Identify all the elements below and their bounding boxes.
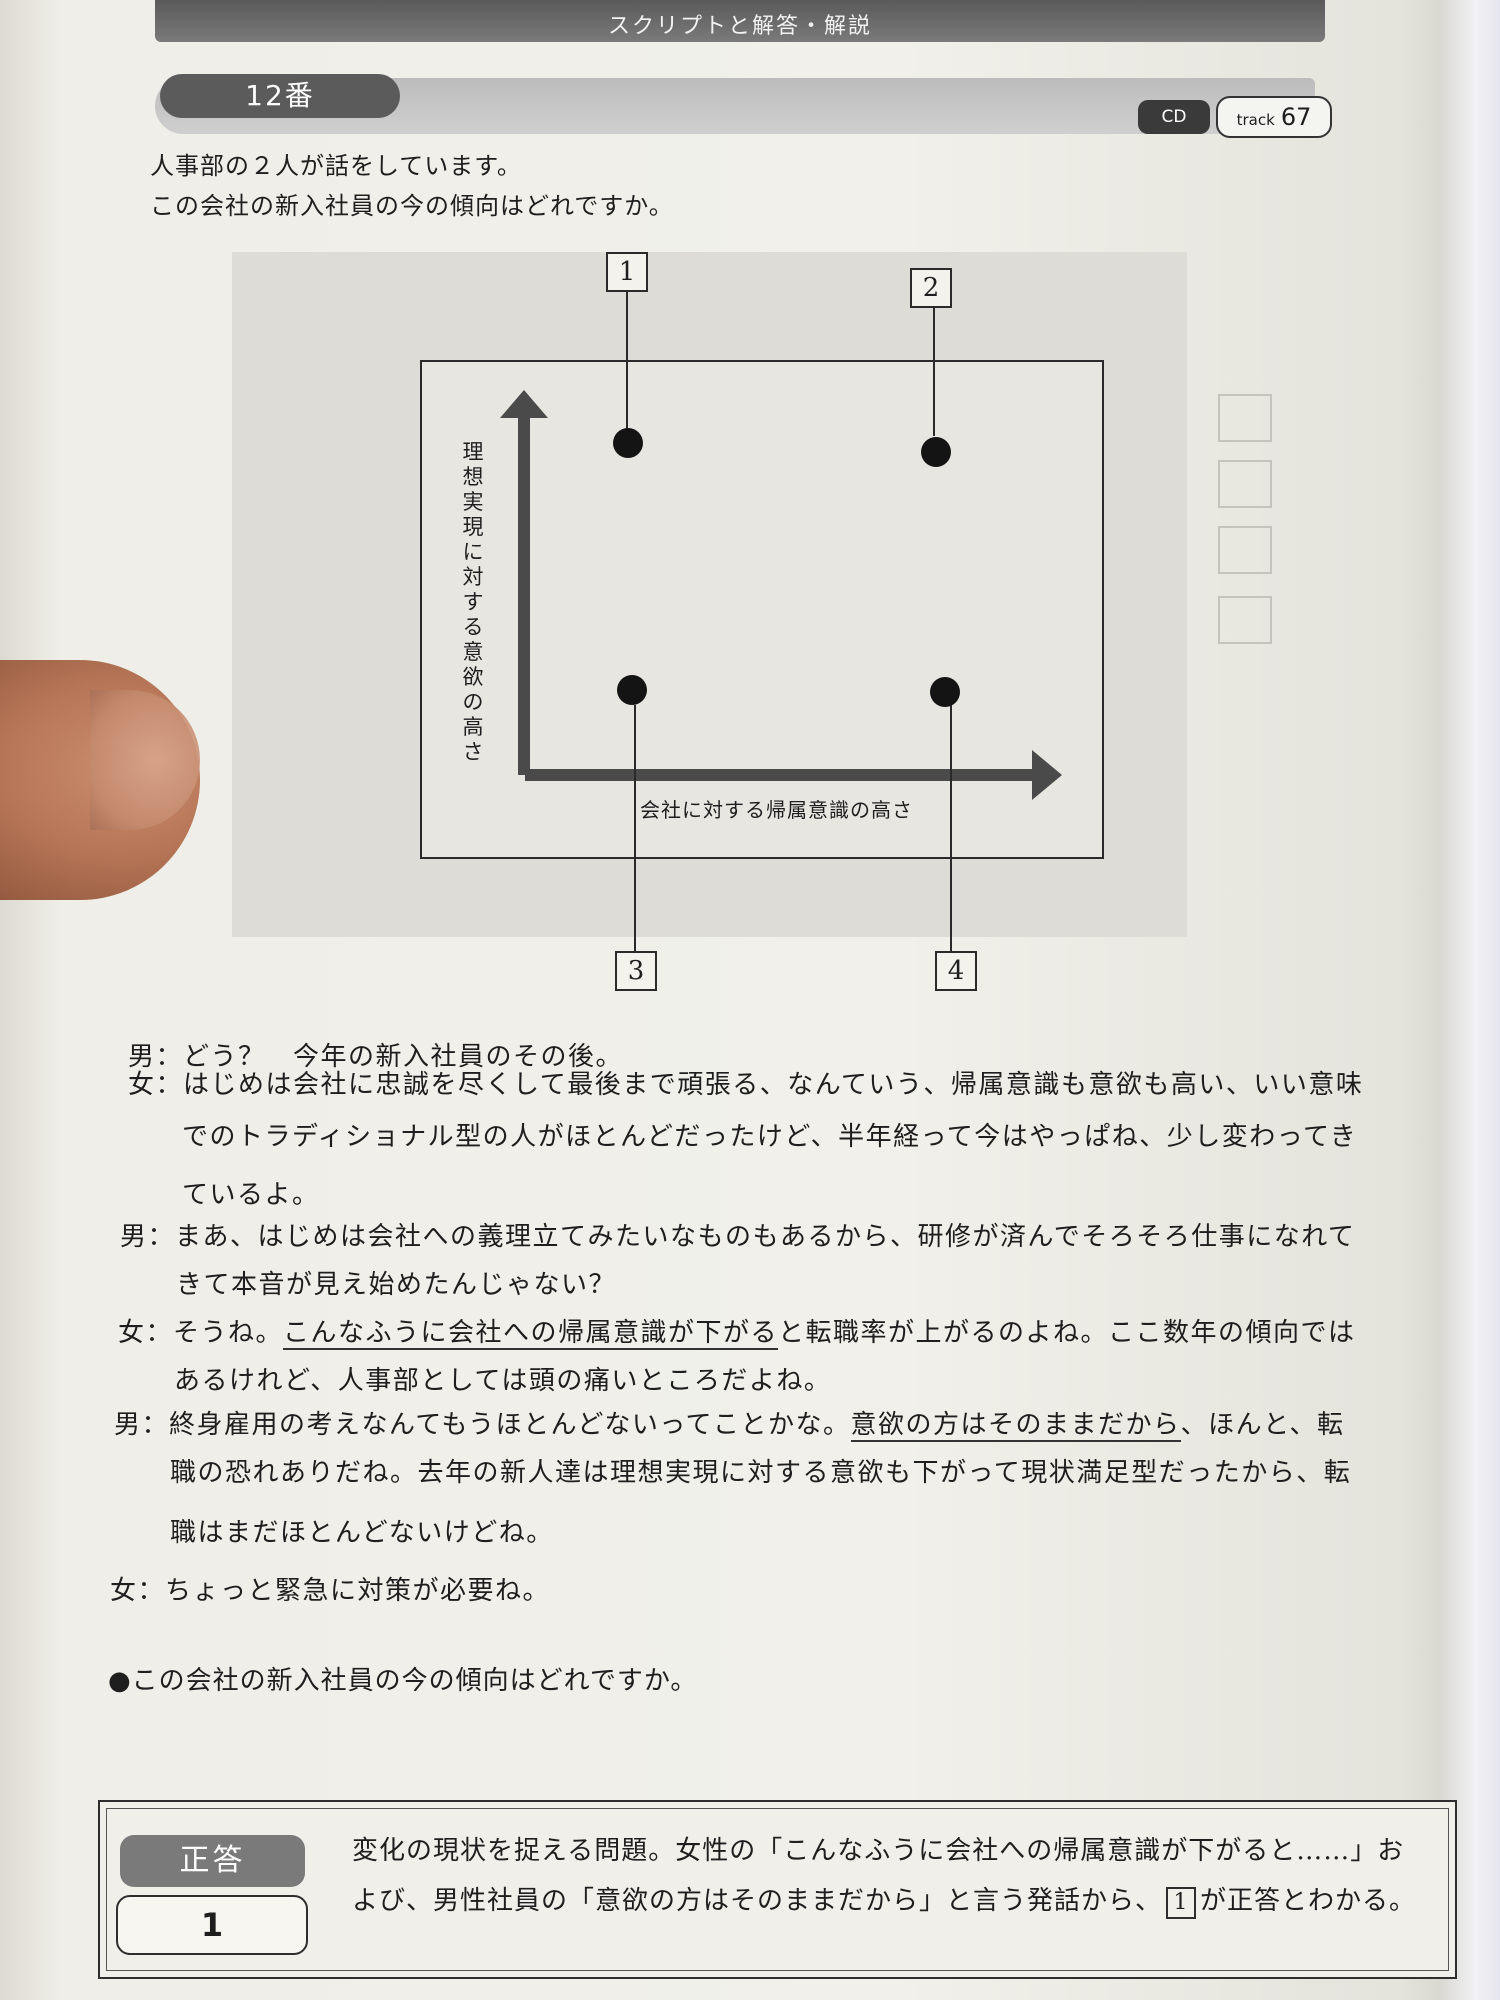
speaker: 女：: [110, 1576, 166, 1606]
explanation-line-1: 変化の現状を捉える問題。女性の「こんなふうに会社への帰属意識が下がると……」お: [352, 1836, 1405, 1866]
utterance: 、ほんと、転: [1180, 1410, 1345, 1440]
underlined-quote: こんなふうに会社への帰属意識が下がる: [283, 1318, 779, 1350]
leader-line-1: [626, 290, 628, 430]
utterance: そうね。: [173, 1318, 284, 1348]
dialogue-line: 女：そうね。こんなふうに会社への帰属意識が下がると転職率が上がるのよね。ここ数年…: [118, 1318, 1356, 1350]
choice-3-label: 3: [615, 951, 657, 991]
y-axis-label: 理想実現に対する意欲の高さ: [462, 440, 484, 764]
leader-line-3: [634, 705, 636, 955]
utterance: どう？ 今年の新入社員のその後。: [183, 1042, 624, 1072]
dialogue-line: 女：はじめは会社に忠誠を尽くして最後まで頑張る、なんていう、帰属意識も意欲も高い…: [128, 1070, 1363, 1100]
explanation-text: よび、男性社員の「意欲の方はそのままだから」と言う発話から、: [352, 1886, 1163, 1916]
explanation-line-2: よび、男性社員の「意欲の方はそのままだから」と言う発話から、 1 が正答とわかる。: [352, 1880, 1416, 1919]
utterance: はじめは会社に忠誠を尽くして最後まで頑張る、なんていう、帰属意識も意欲も高い、い…: [183, 1070, 1364, 1100]
speaker: 男：: [114, 1410, 170, 1440]
dialogue-line: 男：まあ、はじめは会社への義理立てみたいなものもあるから、研修が済んでそろそろ仕…: [120, 1222, 1355, 1252]
choice-1-label: 1: [606, 252, 648, 292]
dialogue-line: でのトラディショナル型の人がほとんどだったけど、半年経って今はやっぱね、少し変わ…: [182, 1122, 1358, 1152]
y-axis-arrow: [500, 390, 548, 418]
explanation-text: が正答とわかる。: [1200, 1886, 1417, 1916]
speaker: 女：: [118, 1318, 174, 1348]
choice-4-label: 4: [935, 951, 977, 991]
dialogue-line: 女：ちょっと緊急に対策が必要ね。: [110, 1576, 550, 1606]
dialogue-line: 職はまだほとんどないけどね。: [170, 1518, 554, 1548]
dialogue-line: 男：終身雇用の考えなんてもうほとんどないってことかな。意欲の方はそのままだから、…: [114, 1410, 1345, 1442]
x-axis-arrow: [1032, 750, 1062, 800]
speaker: 女：: [128, 1070, 184, 1100]
utterance: まあ、はじめは会社への義理立てみたいなものもあるから、研修が済んでそろそろ仕事に…: [175, 1222, 1356, 1252]
correct-answer-label: 正答: [120, 1835, 305, 1887]
dialogue-line: ているよ。: [182, 1180, 320, 1210]
boxed-answer: 1: [1166, 1887, 1197, 1919]
leader-line-4: [950, 705, 952, 955]
leader-line-2: [933, 306, 935, 436]
dialogue-line: あるけれど、人事部としては頭の痛いところだよね。: [174, 1366, 832, 1396]
utterance: ちょっと緊急に対策が必要ね。: [165, 1576, 551, 1606]
choice-2-label: 2: [910, 268, 952, 308]
point-1: [613, 428, 643, 458]
dialogue-line: きて本音が見え始めたんじゃない？: [176, 1270, 617, 1300]
utterance: 終身雇用の考えなんてもうほとんどないってことかな。: [169, 1410, 851, 1440]
underlined-quote: 意欲の方はそのままだから: [850, 1410, 1181, 1442]
axes: [500, 390, 1062, 800]
x-axis-label: 会社に対する帰属意識の高さ: [640, 798, 913, 822]
speaker: 男：: [128, 1042, 184, 1072]
speaker: 男：: [120, 1222, 176, 1252]
dialogue-line: 職の恐れありだね。去年の新人達は理想実現に対する意欲も下がって現状満足型だったか…: [170, 1458, 1352, 1488]
point-4: [930, 677, 960, 707]
dialogue-line: 男：どう？ 今年の新入社員のその後。: [128, 1042, 623, 1072]
utterance: と転職率が上がるのよね。ここ数年の傾向では: [778, 1318, 1356, 1348]
point-2: [921, 437, 951, 467]
correct-answer-number: 1: [116, 1895, 308, 1955]
question-repeat: ●この会社の新入社員の今の傾向はどれですか。: [108, 1666, 698, 1696]
point-3: [617, 675, 647, 705]
